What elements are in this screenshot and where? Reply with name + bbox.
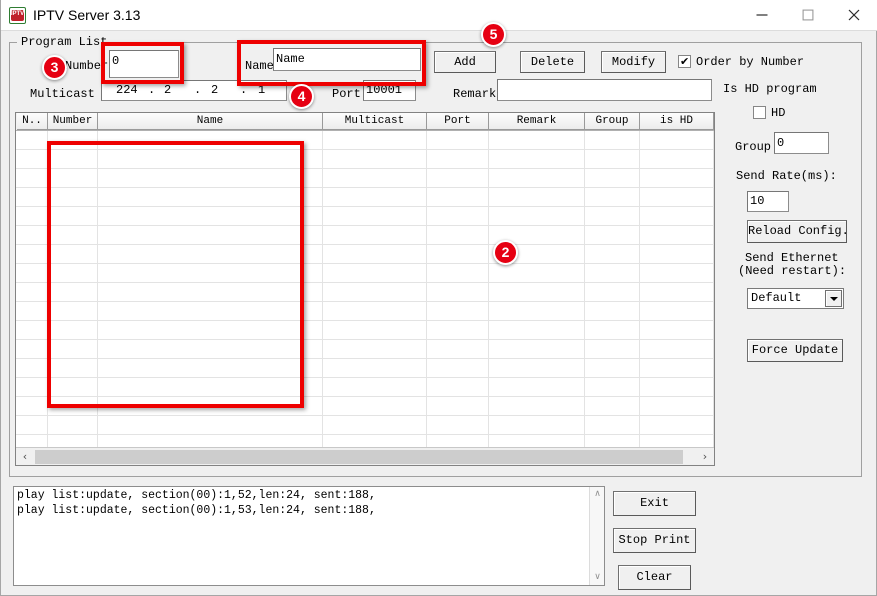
table-row-divider bbox=[16, 244, 714, 245]
close-icon bbox=[849, 9, 860, 20]
multicast-sep-2: . bbox=[194, 81, 201, 100]
table-row-divider bbox=[16, 263, 714, 264]
multicast-sep-1: . bbox=[148, 81, 155, 100]
table-row-divider bbox=[16, 415, 714, 416]
number-input[interactable]: 0 bbox=[109, 50, 179, 78]
multicast-octet-2[interactable]: 2 bbox=[164, 81, 171, 100]
scroll-left-arrow-icon[interactable]: ‹ bbox=[16, 448, 34, 465]
table-row-divider bbox=[16, 320, 714, 321]
name-label: Name bbox=[245, 59, 274, 73]
table-column-divider bbox=[639, 131, 640, 447]
close-button[interactable] bbox=[831, 0, 877, 29]
table-column-divider bbox=[426, 131, 427, 447]
table-row-divider bbox=[16, 396, 714, 397]
chevron-down-icon[interactable] bbox=[825, 290, 842, 307]
log-scroll-down-icon[interactable]: ∨ bbox=[590, 570, 605, 585]
remark-input[interactable] bbox=[497, 79, 712, 101]
program-list-legend: Program List bbox=[17, 35, 111, 49]
log-scroll-up-icon[interactable]: ∧ bbox=[590, 487, 605, 502]
remark-label: Remark bbox=[453, 87, 496, 101]
table-row-divider bbox=[16, 339, 714, 340]
scroll-right-arrow-icon[interactable]: › bbox=[696, 448, 714, 465]
minimize-button[interactable] bbox=[739, 0, 785, 29]
number-label: Number bbox=[65, 59, 108, 73]
table-header-row: N..NumberNameMulticastPortRemarkGroupis … bbox=[16, 113, 714, 131]
exit-button[interactable]: Exit bbox=[613, 491, 696, 516]
table-row-divider bbox=[16, 168, 714, 169]
port-label: Port bbox=[332, 87, 361, 101]
table-row-divider bbox=[16, 149, 714, 150]
program-table[interactable]: N..NumberNameMulticastPortRemarkGroupis … bbox=[15, 112, 715, 466]
order-by-number-label: Order by Number bbox=[696, 55, 804, 69]
group-input[interactable]: 0 bbox=[774, 132, 829, 154]
window-title: IPTV Server 3.13 bbox=[33, 0, 140, 30]
send-rate-label: Send Rate(ms): bbox=[736, 169, 837, 183]
maximize-button[interactable] bbox=[785, 0, 831, 29]
app-icon-label: IPTV bbox=[10, 9, 25, 20]
table-column-divider bbox=[47, 131, 48, 447]
table-column-header[interactable]: is HD bbox=[640, 113, 714, 130]
table-horizontal-scrollbar[interactable]: ‹ › bbox=[16, 447, 714, 465]
multicast-ip-input[interactable]: 224 . 2 . 2 . 1 bbox=[101, 80, 287, 101]
minimize-icon bbox=[757, 9, 768, 20]
reload-config-button[interactable]: Reload Config. bbox=[747, 220, 847, 243]
log-text: play list:update, section(00):1,52,len:2… bbox=[17, 488, 582, 518]
delete-button[interactable]: Delete bbox=[520, 51, 585, 73]
multicast-label: Multicast bbox=[30, 87, 95, 101]
table-row-divider bbox=[16, 434, 714, 435]
table-column-header[interactable]: Multicast bbox=[323, 113, 427, 130]
table-column-header[interactable]: Remark bbox=[489, 113, 585, 130]
stop-print-button[interactable]: Stop Print bbox=[613, 528, 696, 553]
table-column-divider bbox=[97, 131, 98, 447]
multicast-sep-3: . bbox=[240, 81, 247, 100]
table-row-divider bbox=[16, 187, 714, 188]
table-column-divider bbox=[488, 131, 489, 447]
add-button[interactable]: Add bbox=[434, 51, 496, 73]
table-column-header[interactable]: N.. bbox=[17, 113, 48, 130]
table-row-divider bbox=[16, 358, 714, 359]
hd-checkbox-label: HD bbox=[771, 106, 785, 120]
iptv-app-icon: IPTV bbox=[9, 7, 26, 24]
send-ethernet-label-line1: Send Ethernet bbox=[745, 251, 839, 265]
name-input[interactable]: Name bbox=[273, 48, 421, 71]
table-column-divider bbox=[322, 131, 323, 447]
table-column-divider bbox=[713, 131, 714, 447]
is-hd-program-label: Is HD program bbox=[723, 82, 817, 96]
multicast-octet-3[interactable]: 2 bbox=[211, 81, 218, 100]
checkbox-check-icon: ✔ bbox=[680, 56, 689, 67]
table-column-header[interactable]: Group bbox=[585, 113, 640, 130]
table-column-header[interactable]: Number bbox=[48, 113, 98, 130]
modify-button[interactable]: Modify bbox=[601, 51, 666, 73]
send-rate-input[interactable]: 10 bbox=[747, 191, 789, 212]
group-label: Group bbox=[735, 140, 771, 154]
send-ethernet-select[interactable]: Default bbox=[747, 288, 844, 309]
maximize-icon bbox=[803, 9, 814, 20]
table-column-header[interactable]: Port bbox=[427, 113, 489, 130]
clear-button[interactable]: Clear bbox=[618, 565, 691, 590]
table-row-divider bbox=[16, 206, 714, 207]
send-ethernet-selected-value: Default bbox=[751, 289, 801, 308]
table-row-divider bbox=[16, 377, 714, 378]
table-column-divider bbox=[584, 131, 585, 447]
window-titlebar: IPTV IPTV Server 3.13 bbox=[1, 0, 877, 31]
order-by-number-checkbox[interactable]: ✔ bbox=[678, 55, 691, 68]
table-column-header[interactable]: Name bbox=[98, 113, 323, 130]
force-update-button[interactable]: Force Update bbox=[747, 339, 843, 362]
port-input[interactable]: 10001 bbox=[363, 80, 416, 101]
table-body[interactable] bbox=[16, 131, 714, 447]
scrollbar-thumb[interactable] bbox=[35, 450, 683, 464]
send-ethernet-label-line2: (Need restart): bbox=[738, 264, 846, 278]
multicast-octet-4[interactable]: 1 bbox=[258, 81, 265, 100]
log-vertical-scrollbar[interactable]: ∧ ∨ bbox=[589, 487, 604, 585]
multicast-octet-1[interactable]: 224 bbox=[116, 81, 138, 100]
table-row-divider bbox=[16, 225, 714, 226]
table-row-divider bbox=[16, 282, 714, 283]
hd-checkbox[interactable] bbox=[753, 106, 766, 119]
log-output-box[interactable]: play list:update, section(00):1,52,len:2… bbox=[13, 486, 605, 586]
table-row-divider bbox=[16, 301, 714, 302]
app-window: IPTV IPTV Server 3.13 Program List Numbe… bbox=[0, 0, 877, 596]
